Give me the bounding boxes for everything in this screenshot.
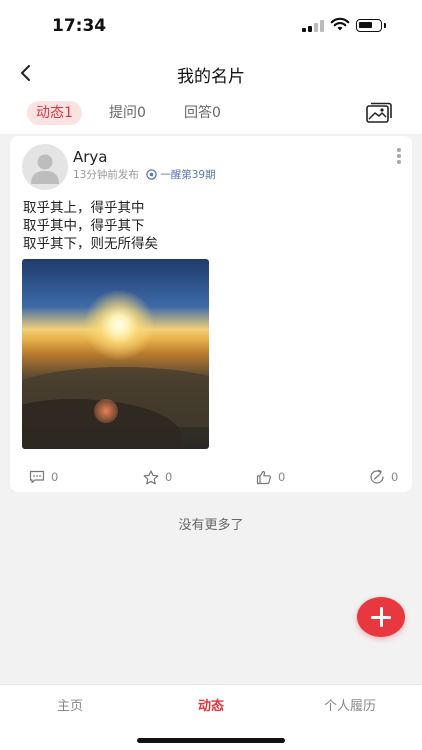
- tab-questions[interactable]: 提问0: [100, 101, 155, 125]
- tabbar-item-home[interactable]: 主页: [20, 695, 120, 714]
- share-button[interactable]: 0: [369, 466, 398, 488]
- post-text: 取乎其上，得乎其中 取乎其中，得乎其下 取乎其下，则无所得矣: [23, 199, 158, 253]
- post-text-line: 取乎其上，得乎其中: [23, 200, 145, 216]
- tab-answers[interactable]: 回答0: [175, 101, 230, 125]
- topic-icon: [146, 169, 157, 180]
- post-meta: 13分钟前发布 一醒第39期: [73, 167, 216, 182]
- post-topic-tag[interactable]: 一醒第39期: [160, 169, 215, 181]
- post-actions: 0 0 0 0: [10, 466, 412, 488]
- post-author[interactable]: Arya: [73, 148, 108, 166]
- post-card[interactable]: Arya 13分钟前发布 一醒第39期 取乎其上，得乎其中 取乎其中，得乎其下 …: [10, 136, 412, 492]
- home-indicator: [137, 738, 285, 743]
- thumbs-up-icon: [256, 470, 271, 484]
- wifi-icon: [330, 17, 350, 31]
- share-icon: [370, 469, 384, 484]
- more-options-icon[interactable]: [396, 148, 402, 166]
- star-icon: [143, 469, 159, 484]
- nav-bar: 我的名片: [0, 52, 422, 94]
- like-button[interactable]: 0: [256, 466, 285, 488]
- favorite-button[interactable]: 0: [143, 466, 172, 488]
- end-of-list-label: 没有更多了: [178, 518, 244, 533]
- like-count: 0: [278, 470, 286, 484]
- tab-posts[interactable]: 动态1: [27, 101, 82, 125]
- default-avatar-icon: [31, 154, 59, 184]
- cellular-signal-icon: [302, 20, 324, 32]
- comment-count: 0: [51, 470, 59, 484]
- battery-icon: [356, 19, 386, 32]
- post-text-line: 取乎其中，得乎其下: [23, 218, 145, 234]
- comment-icon: [29, 470, 45, 484]
- share-count: 0: [391, 470, 399, 484]
- favorite-count: 0: [165, 470, 173, 484]
- comment-button[interactable]: 0: [29, 466, 58, 488]
- post-text-line: 取乎其下，则无所得矣: [23, 236, 158, 252]
- avatar[interactable]: [22, 144, 68, 190]
- gallery-icon[interactable]: [366, 102, 392, 124]
- tabbar-item-feed[interactable]: 动态: [161, 695, 261, 714]
- page-title: 我的名片: [177, 67, 245, 87]
- content-tabs: 动态1 提问0 回答0: [0, 94, 422, 134]
- status-time: 17:34: [52, 16, 107, 36]
- post-time: 13分钟前发布: [73, 169, 139, 181]
- tabbar-item-resume[interactable]: 个人履历: [300, 695, 400, 714]
- status-bar: 17:34: [0, 0, 422, 52]
- post-image[interactable]: [22, 259, 209, 449]
- add-post-button[interactable]: [357, 597, 405, 637]
